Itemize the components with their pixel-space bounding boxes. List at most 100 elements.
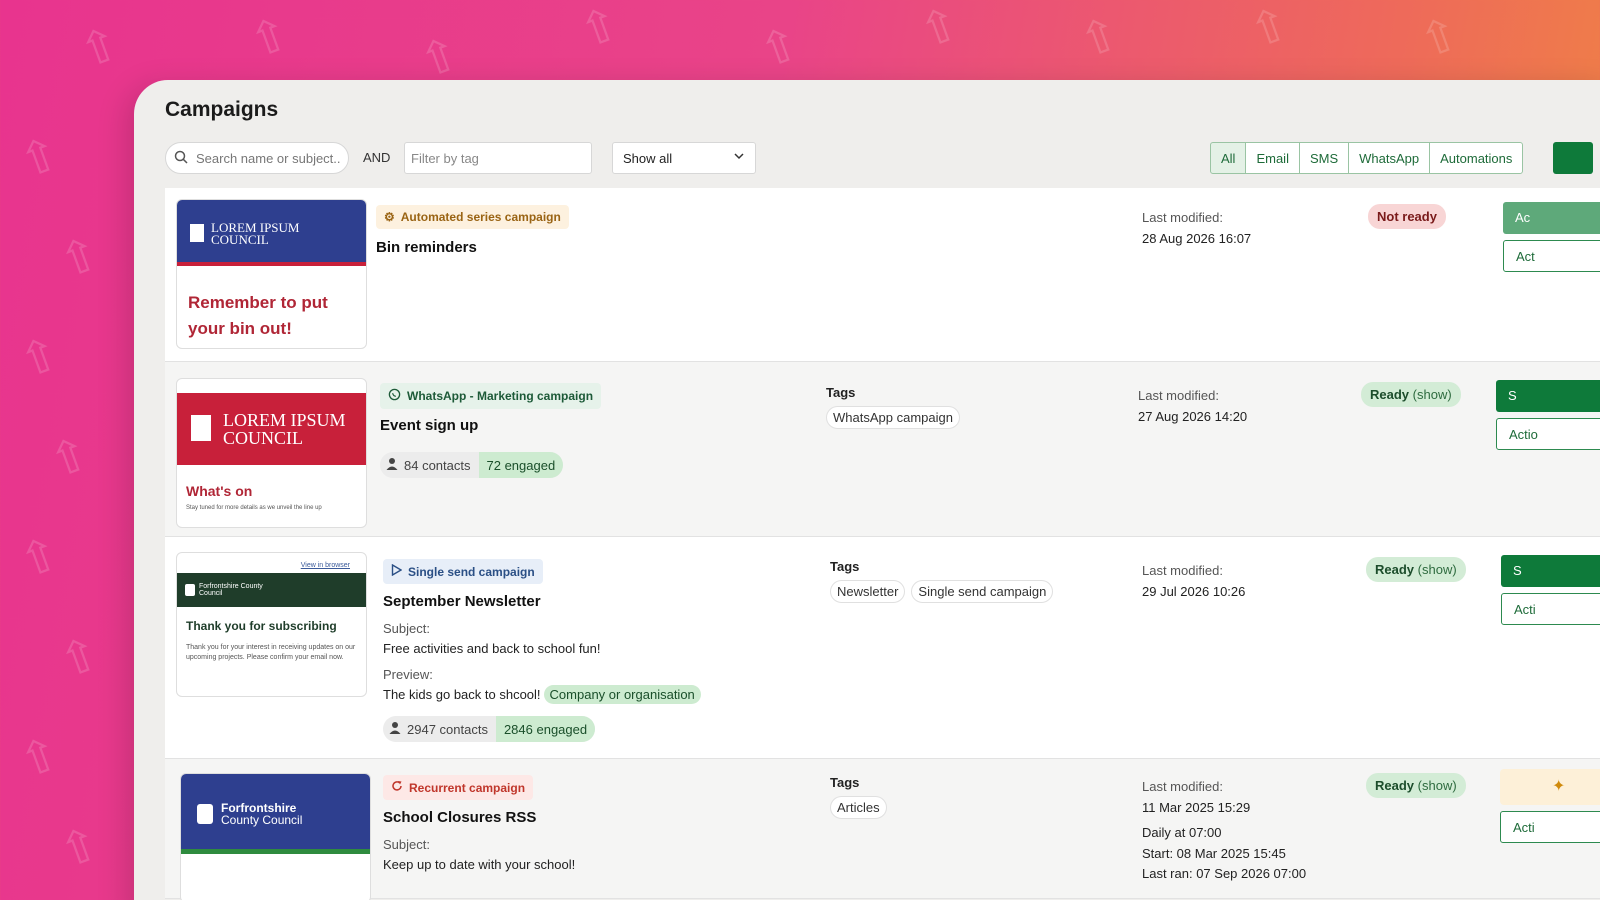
campaign-row: LOREM IPSUM COUNCIL Remember to put your… [165, 188, 1600, 362]
show-select-value: Show all [623, 151, 673, 166]
status-show-link[interactable]: (show) [1418, 562, 1457, 577]
primary-action-button[interactable]: Ac [1503, 202, 1600, 234]
last-ran-text: Last ran: 07 Sep 2026 07:00 [1142, 866, 1307, 881]
thumbnail-heading: Thank you for subscribing [186, 619, 337, 633]
view-in-browser-link[interactable]: View in browser [177, 553, 366, 571]
thumbnail-header: Forfrontshire County Council [177, 573, 366, 607]
campaign-type-badge: Recurrent campaign [383, 775, 534, 800]
subject-value: Free activities and back to school fun! [383, 641, 601, 656]
last-modified-label: Last modified: [1142, 210, 1223, 225]
tags-label: Tags [826, 385, 856, 400]
tags-label: Tags [830, 559, 860, 574]
toolbar: Search name or subject.. AND Filter by t… [165, 142, 1600, 176]
last-modified-label: Last modified: [1142, 563, 1223, 578]
campaign-name[interactable]: Event sign up [380, 417, 478, 434]
tag-chip[interactable]: WhatsApp campaign [826, 406, 960, 429]
preview-label: Preview: [383, 667, 433, 682]
channel-filters: All Email SMS WhatsApp Automations [1210, 142, 1524, 174]
actions-button[interactable]: Acti [1501, 593, 1600, 625]
start-text: Start: 08 Mar 2025 15:45 [1142, 846, 1286, 861]
thumbnail-header: Forfrontshire County Council [181, 774, 370, 854]
campaign-row: LOREM IPSUM COUNCIL What's on Stay tuned… [165, 362, 1600, 537]
new-campaign-button[interactable] [1553, 142, 1593, 174]
tag-filter-input[interactable]: Filter by tag [404, 142, 592, 174]
filter-automations[interactable]: Automations [1429, 142, 1524, 174]
person-icon [386, 457, 398, 473]
actions-button[interactable]: Acti [1500, 811, 1600, 843]
tag-chip[interactable]: Articles [830, 796, 887, 819]
status-badge[interactable]: Ready (show) [1366, 773, 1466, 798]
personalisation-tag: Company or organisation [543, 685, 701, 704]
show-select[interactable]: Show all [612, 142, 756, 174]
status-badge[interactable]: Ready (show) [1361, 382, 1461, 407]
campaign-type-badge: Single send campaign [383, 559, 543, 584]
actions-button[interactable]: Act [1503, 240, 1600, 272]
campaign-type-label: WhatsApp - Marketing campaign [407, 389, 594, 403]
status-text: Ready [1370, 387, 1410, 402]
and-label: AND [363, 150, 391, 165]
tag-chip[interactable]: Single send campaign [911, 580, 1054, 603]
sparkle-icon: ✦ [1552, 778, 1566, 795]
filter-email[interactable]: Email [1245, 142, 1300, 174]
search-input[interactable]: Search name or subject.. [165, 142, 349, 174]
crest-icon [190, 224, 204, 242]
actions-button[interactable]: Actio [1496, 418, 1600, 450]
campaign-name[interactable]: September Newsletter [383, 593, 541, 610]
status-show-link[interactable]: (show) [1418, 778, 1457, 793]
campaign-name[interactable]: School Closures RSS [383, 809, 536, 826]
last-modified-value: 27 Aug 2026 14:20 [1138, 409, 1248, 424]
filter-all[interactable]: All [1210, 142, 1247, 174]
person-icon [389, 721, 401, 737]
subject-value: Keep up to date with your school! [383, 857, 576, 872]
refresh-icon [391, 780, 403, 795]
filter-whatsapp[interactable]: WhatsApp [1348, 142, 1431, 174]
thumbnail-header: LOREM IPSUM COUNCIL [177, 393, 366, 465]
engaged-count: 2846 engaged [495, 716, 596, 742]
tag-chip[interactable]: Newsletter [830, 580, 906, 603]
contacts-count: 2947 contacts [383, 721, 496, 737]
campaign-thumbnail[interactable]: View in browser Forfrontshire County Cou… [176, 552, 367, 697]
campaign-thumbnail[interactable]: Forfrontshire County Council [180, 773, 371, 900]
engagement-stats: 2947 contacts 2846 engaged [383, 716, 596, 742]
engagement-stats: 84 contacts 72 engaged [380, 452, 564, 478]
campaign-thumbnail[interactable]: LOREM IPSUM COUNCIL What's on Stay tuned… [176, 378, 367, 528]
subject-label: Subject: [383, 837, 430, 852]
campaign-name[interactable]: Bin reminders [376, 239, 477, 256]
play-icon [391, 563, 403, 579]
gear-icon: ⚙ [384, 210, 395, 224]
thumbnail-brand-line2: County Council [221, 813, 303, 827]
preview-value: The kids go back to shcool! Company or or… [383, 685, 701, 704]
engaged-count: 72 engaged [478, 452, 564, 478]
contacts-count: 84 contacts [380, 457, 479, 473]
primary-action-button[interactable]: S [1501, 555, 1600, 587]
warning-action-button[interactable]: ✦ [1500, 769, 1600, 805]
campaign-row: View in browser Forfrontshire County Cou… [165, 537, 1600, 759]
chevron-down-icon [733, 150, 745, 165]
thumbnail-small-text: Stay tuned for more details as we unveil… [186, 505, 322, 511]
crest-icon [191, 415, 211, 441]
last-modified-label: Last modified: [1142, 779, 1223, 794]
status-badge[interactable]: Ready (show) [1366, 557, 1466, 582]
campaign-type-label: Single send campaign [408, 564, 535, 579]
campaign-thumbnail[interactable]: LOREM IPSUM COUNCIL Remember to put your… [176, 199, 367, 349]
campaigns-window: Campaigns Search name or subject.. AND F… [134, 80, 1600, 900]
tags-list: Articles [830, 796, 893, 819]
status-badge[interactable]: Not ready [1368, 204, 1446, 229]
campaign-row: Forfrontshire County Council Recurrent c… [165, 759, 1600, 900]
thumbnail-heading: What's on [186, 483, 253, 499]
last-modified-value: 11 Mar 2025 15:29 [1142, 800, 1251, 815]
thumbnail-header: LOREM IPSUM COUNCIL [177, 200, 366, 266]
last-modified-value: 28 Aug 2026 16:07 [1142, 231, 1252, 246]
status-show-link[interactable]: (show) [1413, 387, 1452, 402]
preview-text: The kids go back to shcool! [383, 687, 541, 702]
thumbnail-text: Remember to put your bin out! [188, 293, 328, 338]
tags-label: Tags [830, 775, 860, 790]
thumbnail-brand: Forfrontshire County Council [199, 583, 263, 597]
page-title: Campaigns [165, 98, 279, 121]
thumbnail-brand: LOREM IPSUM COUNCIL [211, 220, 300, 247]
status-text: Ready [1375, 562, 1415, 577]
primary-action-button[interactable]: S [1496, 380, 1600, 412]
filter-sms[interactable]: SMS [1298, 142, 1350, 174]
thumbnail-small-text: Thank you for your interest in receiving… [186, 644, 356, 661]
thumbnail-brand: LOREM IPSUM COUNCIL [223, 410, 346, 448]
